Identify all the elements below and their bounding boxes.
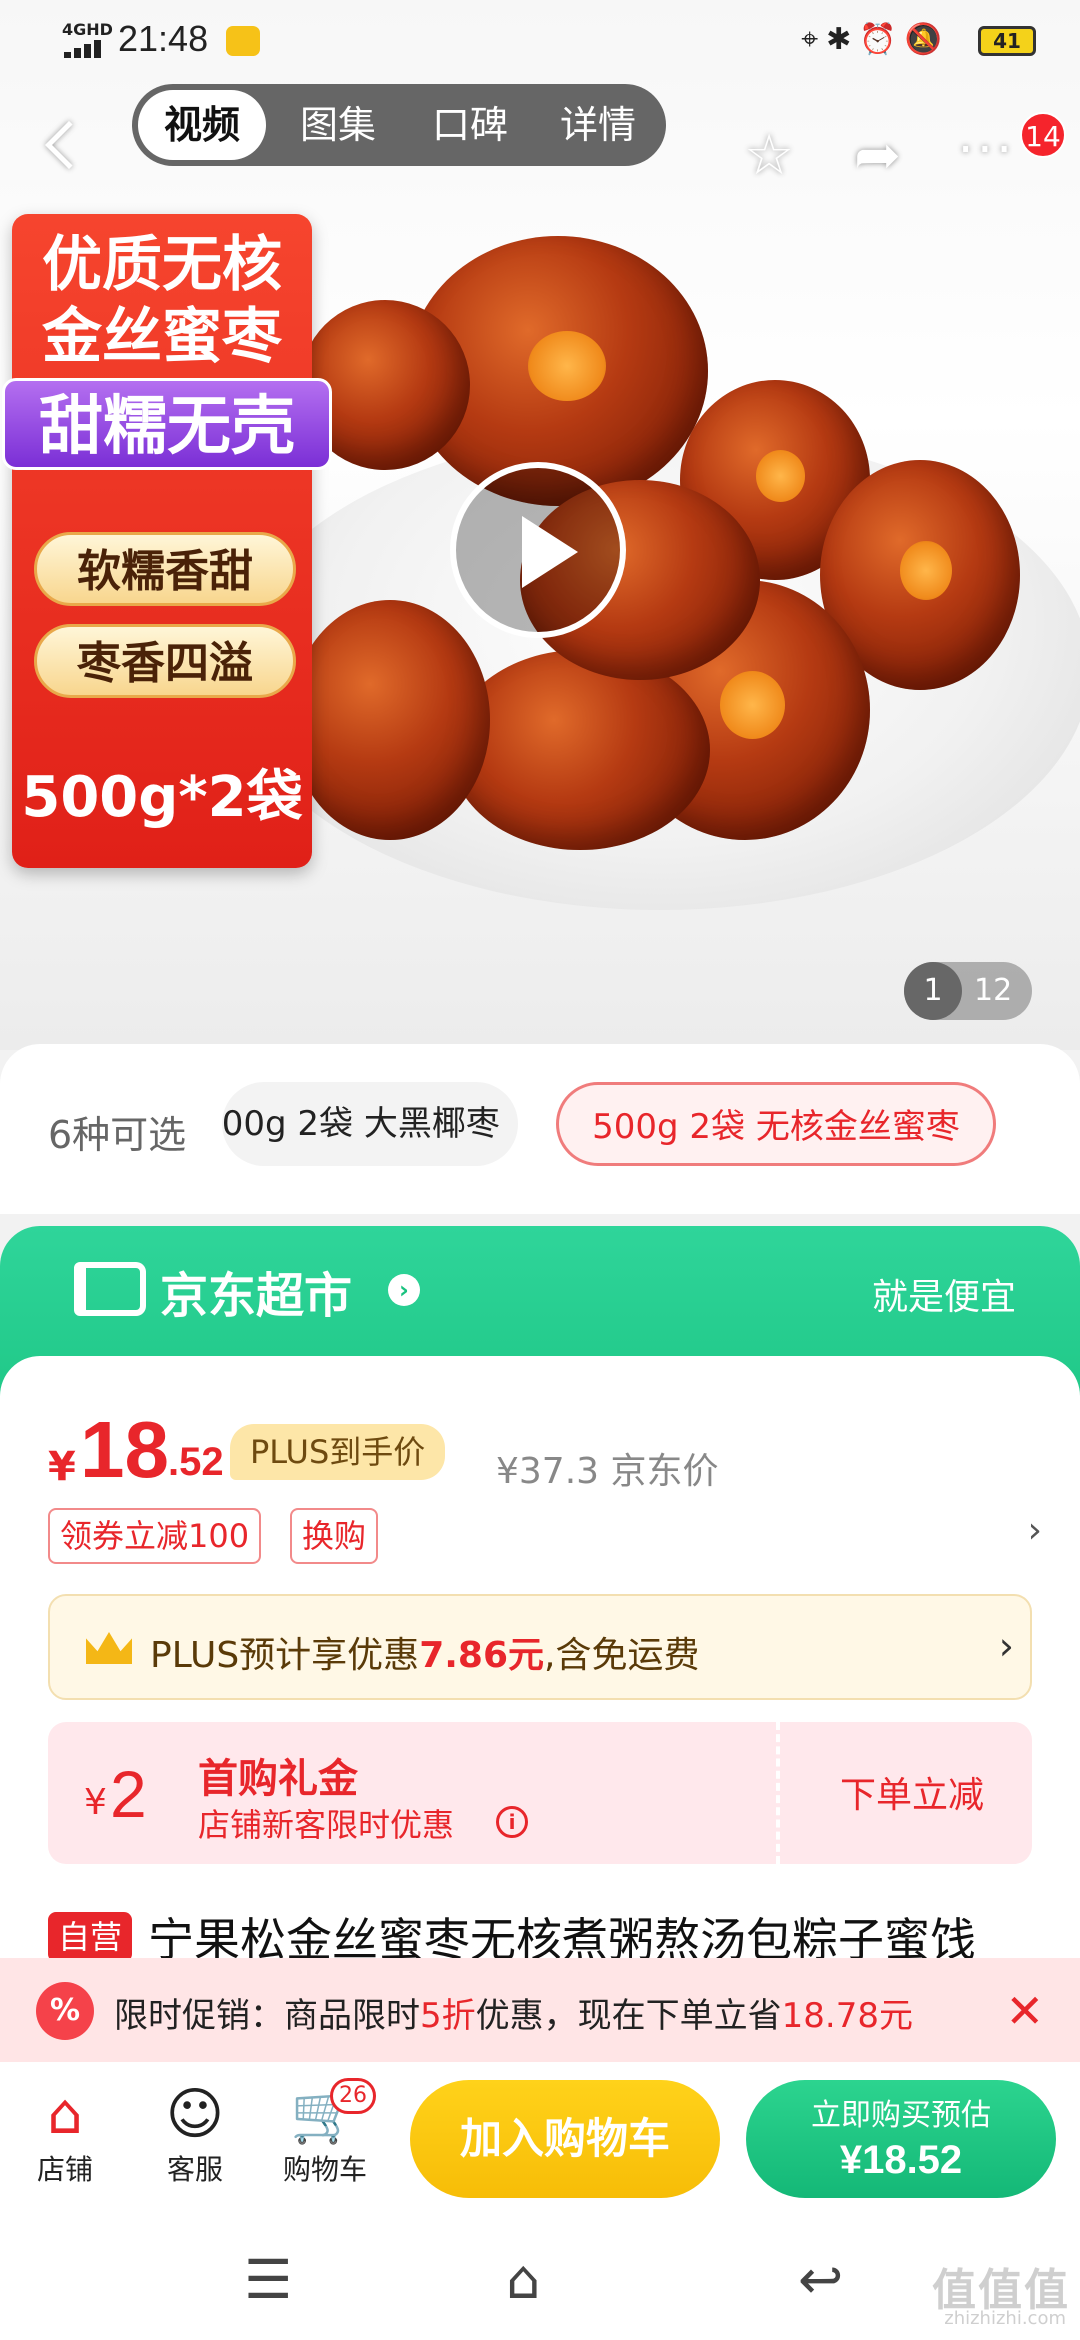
plus-discount-text: PLUS预计享优惠7.86元,含免运费 [150, 1635, 700, 1676]
network-type: 4GHD [62, 20, 113, 39]
jd-supermarket-logo-icon [74, 1262, 146, 1316]
chevron-right-icon: › [388, 1274, 420, 1306]
variant-option-selected[interactable]: 500g 2袋 无核金丝蜜枣 [556, 1082, 996, 1166]
date-image [290, 600, 490, 840]
return-icon[interactable]: ↩ [798, 2250, 843, 2310]
home-icon[interactable]: ⌂ [506, 2250, 540, 2310]
gift-action-button[interactable]: 下单立减 [840, 1766, 984, 1818]
info-icon[interactable]: i [496, 1806, 528, 1838]
price-symbol: ¥ [48, 1444, 76, 1490]
message-badge: 14 [1020, 112, 1066, 158]
promo-text: 限时促销：商品限时5折优惠，现在下单立省18.78元 [114, 1996, 913, 2036]
shop-icon: ⌂ [47, 2082, 83, 2147]
variant-count: 6种可选 [48, 1113, 187, 1157]
sticker-highlight: 甜糯无壳 [2, 378, 332, 470]
date-image [450, 650, 710, 850]
tab-reviews[interactable]: 口碑 [406, 84, 534, 166]
chevron-right-icon: › [998, 1624, 1014, 1668]
gift-subtitle: 店铺新客限时优惠 [198, 1806, 455, 1844]
product-detail-page: 优质无核 金丝蜜枣 甜糯无壳 软糯香甜 枣香四溢 500g*2袋 1 12 4G… [0, 0, 1080, 2340]
watermark-url: zhizhizhi.com [944, 2308, 1066, 2329]
variant-option[interactable]: 500g 2袋 大黑椰枣 [222, 1082, 518, 1166]
image-counter: 1 12 [904, 962, 1032, 1020]
gift-currency: ¥ [84, 1782, 107, 1823]
add-to-cart-button[interactable]: 加入购物车 [410, 2080, 720, 2198]
signal-icon [64, 40, 108, 58]
status-icons: ⌖✱⏰🔕 [801, 22, 950, 57]
more-icon[interactable]: ··· [958, 122, 1016, 178]
store-name: 京东超市 [160, 1268, 353, 1324]
mute-icon: 🔕 [904, 22, 950, 57]
favorite-star-icon[interactable]: ☆ [744, 128, 794, 184]
chevron-right-icon[interactable]: › [1028, 1510, 1042, 1551]
plus-price-tag: PLUS到手价 [230, 1424, 446, 1480]
app-notification-icon [226, 26, 260, 56]
share-icon[interactable]: ➦ [854, 128, 901, 184]
coupon-tag[interactable]: 领券立减100 [48, 1508, 262, 1564]
chat-icon: ☺ [165, 2082, 225, 2147]
promo-sticker: 优质无核 金丝蜜枣 甜糯无壳 软糯香甜 枣香四溢 500g*2袋 [2, 214, 332, 868]
buy-now-label: 立即购买预估 [811, 2098, 991, 2133]
sticker-pill: 枣香四溢 [34, 624, 296, 698]
close-icon[interactable]: ✕ [1005, 1984, 1044, 2038]
buy-now-price: ¥18.52 [839, 2138, 963, 2182]
battery-icon: 41 [978, 26, 1036, 56]
gift-amount: 2 [110, 1757, 147, 1831]
tab-gallery[interactable]: 图集 [274, 84, 402, 166]
sticker-pill: 软糯香甜 [34, 532, 296, 606]
cart-count-badge: 26 [330, 2078, 376, 2114]
tab-video[interactable]: 视频 [138, 90, 266, 160]
alarm-icon: ⏰ [859, 22, 905, 57]
price-integer: 18 [80, 1405, 169, 1494]
shop-button[interactable]: ⌂ 店铺 [10, 2080, 120, 2190]
play-video-button[interactable] [450, 462, 626, 638]
trade-in-tag[interactable]: 换购 [290, 1508, 379, 1564]
clock: 21:48 [118, 18, 209, 59]
media-tabs: 视频 图集 口碑 详情 [132, 84, 666, 166]
self-operated-badge: 自营 [48, 1912, 132, 1962]
gift-title: 首购礼金 [198, 1756, 358, 1802]
bluetooth-icon: ✱ [826, 22, 860, 57]
cart-label: 购物车 [282, 2153, 367, 2186]
counter-total: 12 [974, 973, 1013, 1008]
shop-label: 店铺 [36, 2153, 93, 2186]
location-icon: ⌖ [801, 22, 827, 57]
sticker-line2: 金丝蜜枣 [42, 302, 282, 372]
discount-icon: % [36, 1982, 94, 2040]
price-decimal: .52 [168, 1440, 224, 1484]
status-bar: 4GHD 21:48 ⌖✱⏰🔕 41 [0, 0, 1080, 80]
buy-now-button[interactable]: 立即购买预估 ¥18.52 [746, 2080, 1056, 2198]
divider [776, 1722, 780, 1864]
service-label: 客服 [166, 2153, 223, 2186]
store-slogan: 就是便宜 [871, 1277, 1016, 1318]
sticker-weight: 500g*2袋 [21, 765, 303, 830]
tab-details[interactable]: 详情 [534, 84, 662, 166]
counter-current: 1 [904, 962, 962, 1020]
menu-icon[interactable]: ☰ [244, 2250, 292, 2310]
original-price: ¥37.3 京东价 [496, 1451, 719, 1492]
customer-service-button[interactable]: ☺ 客服 [140, 2080, 250, 2190]
sticker-line1: 优质无核 [42, 230, 282, 300]
